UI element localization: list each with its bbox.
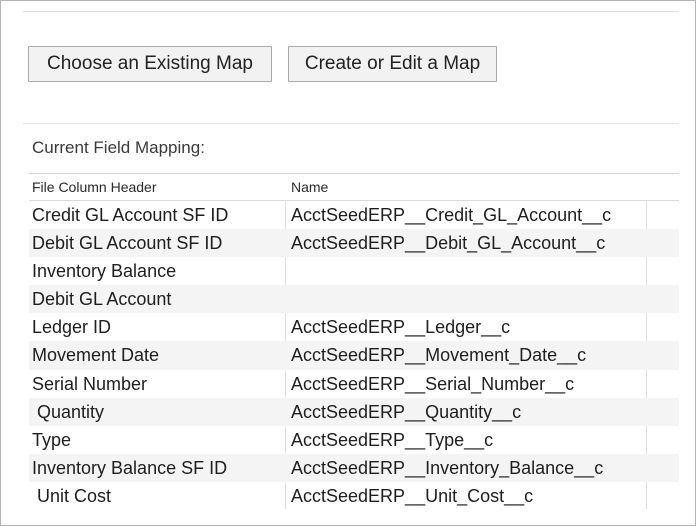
- section-divider: [23, 123, 679, 124]
- file-column-header-cell: Quantity: [32, 401, 105, 422]
- field-name-cell: AcctSeedERP__Movement_Date__c: [291, 345, 587, 366]
- field-name-cell: AcctSeedERP__Inventory_Balance__c: [291, 457, 604, 478]
- field-mapping-panel: Choose an Existing Map Create or Edit a …: [0, 0, 696, 526]
- field-name-cell: AcctSeedERP__Unit_Cost__c: [291, 485, 534, 506]
- table-row[interactable]: Movement Date AcctSeedERP__Movement_Date…: [29, 341, 679, 370]
- file-column-header-cell: Unit Cost: [32, 485, 112, 506]
- table-row[interactable]: Debit GL Account SF ID AcctSeedERP__Debi…: [29, 229, 679, 258]
- table-row[interactable]: Type AcctSeedERP__Type__c: [29, 426, 679, 454]
- file-column-header-cell: Movement Date: [32, 345, 160, 366]
- create-edit-map-button[interactable]: Create or Edit a Map: [288, 46, 497, 82]
- file-column-header-cell: Inventory Balance: [32, 261, 177, 282]
- file-column-header-cell: Credit GL Account SF ID: [32, 205, 229, 225]
- field-name-cell: AcctSeedERP__Type__c: [291, 429, 494, 450]
- table-row[interactable]: Quantity AcctSeedERP__Quantity__c: [29, 397, 679, 426]
- table-row[interactable]: Debit GL Account: [29, 285, 679, 314]
- field-name-cell: AcctSeedERP__Ledger__c: [291, 317, 511, 338]
- file-column-header-cell: Serial Number: [32, 373, 148, 394]
- table-header: File Column Header Name: [29, 174, 679, 201]
- top-divider: [23, 11, 679, 12]
- table-row[interactable]: Unit Cost AcctSeedERP__Unit_Cost__c: [29, 482, 679, 510]
- file-column-header-cell: Inventory Balance SF ID: [32, 457, 228, 478]
- choose-existing-map-button[interactable]: Choose an Existing Map: [28, 46, 272, 82]
- file-column-header-cell: Debit GL Account: [32, 289, 172, 310]
- field-name-cell: AcctSeedERP__Credit_GL_Account__c: [291, 205, 612, 225]
- file-column-header-cell: Ledger ID: [32, 317, 112, 338]
- file-column-header-cell: Debit GL Account SF ID: [32, 233, 223, 254]
- table-row[interactable]: Inventory Balance: [29, 257, 679, 285]
- table-row[interactable]: Credit GL Account SF ID AcctSeedERP__Cre…: [29, 201, 679, 229]
- field-name-cell: AcctSeedERP__Debit_GL_Account__c: [291, 233, 606, 254]
- field-name-cell: AcctSeedERP__Quantity__c: [291, 401, 522, 422]
- table-row[interactable]: Serial Number AcctSeedERP__Serial_Number…: [29, 370, 679, 398]
- field-name-cell: AcctSeedERP__Serial_Number__c: [291, 373, 575, 394]
- table-row[interactable]: Inventory Balance SF ID AcctSeedERP__Inv…: [29, 453, 679, 482]
- current-field-mapping-label: Current Field Mapping:: [32, 138, 205, 157]
- column-header-name[interactable]: Name: [291, 174, 328, 200]
- column-header-file-column-header[interactable]: File Column Header: [32, 174, 157, 200]
- table-row[interactable]: Ledger ID AcctSeedERP__Ledger__c: [29, 313, 679, 341]
- file-column-header-cell: Type: [32, 429, 72, 450]
- field-mapping-table: File Column Header Name Credit GL Accoun…: [29, 173, 679, 510]
